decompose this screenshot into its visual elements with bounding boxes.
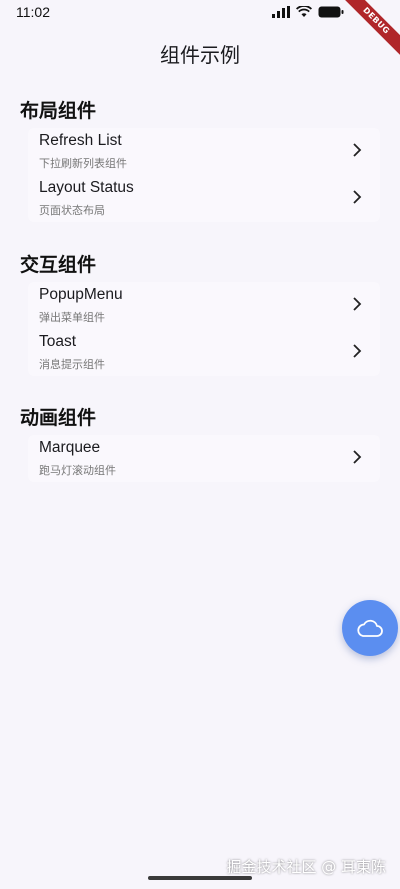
item-subtitle: 下拉刷新列表组件	[39, 157, 127, 170]
status-icons	[272, 6, 344, 18]
chevron-right-icon	[353, 190, 362, 204]
list-item-marquee[interactable]: Marquee 跑马灯滚动组件	[28, 435, 380, 482]
wifi-icon	[296, 6, 312, 17]
chevron-right-icon	[353, 344, 362, 358]
item-title: Layout Status	[39, 179, 134, 196]
section-title-animation: 动画组件	[20, 407, 97, 429]
list-item-refresh-list[interactable]: Refresh List 下拉刷新列表组件	[28, 128, 380, 175]
section-card-layout: Refresh List 下拉刷新列表组件 Layout Status 页面状态…	[28, 128, 380, 222]
signal-icon	[272, 6, 290, 18]
item-title: Toast	[39, 333, 77, 350]
home-indicator	[148, 876, 252, 880]
list-item-layout-status[interactable]: Layout Status 页面状态布局	[28, 175, 380, 222]
cloud-icon	[357, 619, 383, 637]
app-bar: 组件示例	[0, 36, 400, 70]
item-title: Marquee	[39, 439, 101, 456]
item-subtitle: 消息提示组件	[39, 358, 105, 371]
item-subtitle: 弹出菜单组件	[39, 311, 105, 324]
chevron-right-icon	[353, 450, 362, 464]
status-time: 11:02	[16, 4, 50, 20]
section-card-interaction: PopupMenu 弹出菜单组件 Toast 消息提示组件	[28, 282, 380, 376]
item-title: PopupMenu	[39, 286, 123, 303]
page-title: 组件示例	[160, 42, 240, 67]
battery-icon	[318, 6, 344, 18]
item-title: Refresh List	[39, 132, 122, 149]
list-item-popupmenu[interactable]: PopupMenu 弹出菜单组件	[28, 282, 380, 329]
section-card-animation: Marquee 跑马灯滚动组件	[28, 435, 380, 482]
item-subtitle: 页面状态布局	[39, 204, 105, 217]
watermark: 掘金技术社区 @ 耳東陈	[226, 858, 386, 876]
item-subtitle: 跑马灯滚动组件	[39, 464, 116, 477]
status-bar: 11:02	[0, 0, 400, 24]
list-item-toast[interactable]: Toast 消息提示组件	[28, 329, 380, 376]
cloud-fab-button[interactable]	[342, 600, 398, 656]
section-title-layout: 布局组件	[20, 100, 97, 122]
section-title-interaction: 交互组件	[20, 254, 97, 276]
chevron-right-icon	[353, 143, 362, 157]
chevron-right-icon	[353, 297, 362, 311]
